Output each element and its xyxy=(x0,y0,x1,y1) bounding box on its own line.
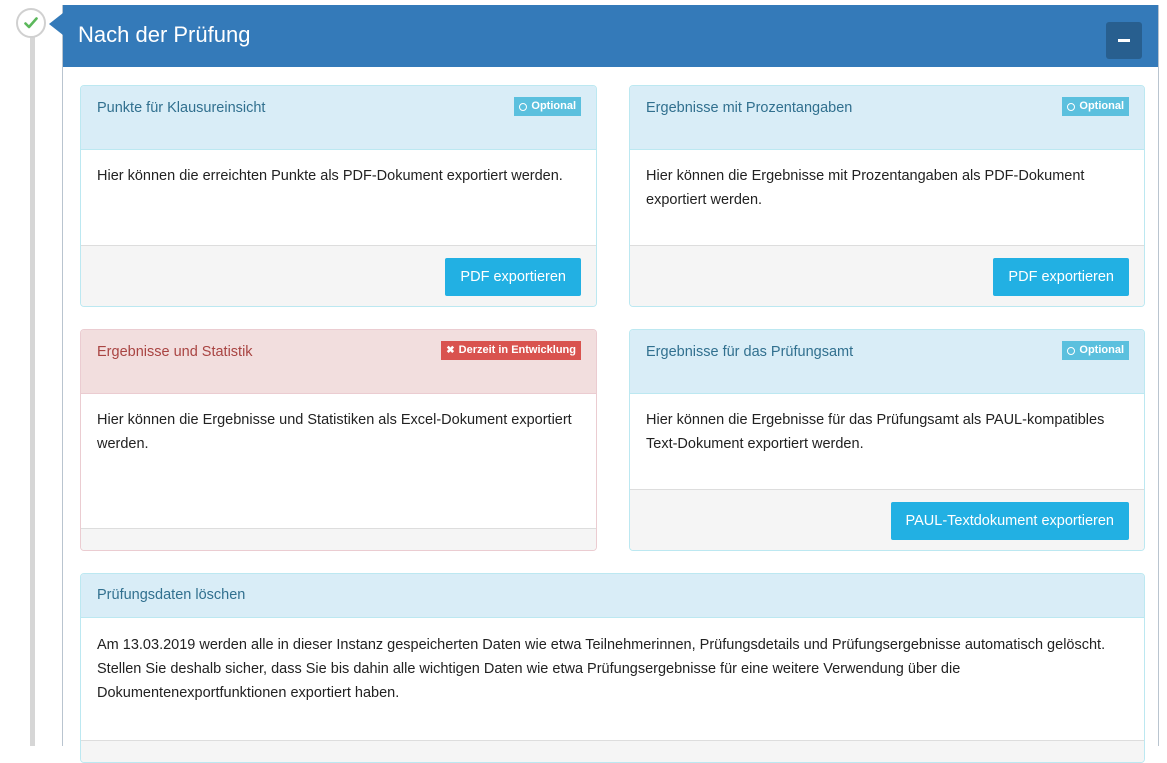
pdf-export-button[interactable]: PDF exportieren xyxy=(993,258,1129,296)
circle-icon xyxy=(519,102,528,111)
check-icon xyxy=(16,8,46,38)
card-header: Prüfungsdaten löschen xyxy=(81,574,1144,618)
collapse-button[interactable] xyxy=(1106,22,1142,59)
optional-badge: Optional xyxy=(514,97,581,116)
card-ergebnisse-prozentangaben: Ergebnisse mit Prozentangaben Optional H… xyxy=(629,85,1145,307)
card-description: Hier können die erreichten Punkte als PD… xyxy=(97,168,563,184)
card-header: Ergebnisse und Statistik ✖ Derzeit in En… xyxy=(81,330,596,394)
x-icon: ✖ xyxy=(446,345,455,356)
badge-label: Optional xyxy=(1079,344,1124,356)
in-development-badge: ✖ Derzeit in Entwicklung xyxy=(441,341,581,360)
pdf-export-button[interactable]: PDF exportieren xyxy=(445,258,581,296)
badge-label: Optional xyxy=(1079,100,1124,112)
after-exam-panel: Nach der Prüfung Punkte für Klausureinsi… xyxy=(49,5,1159,763)
circle-icon xyxy=(1067,346,1076,355)
badge-label: Optional xyxy=(531,100,576,112)
card-title: Ergebnisse und Statistik xyxy=(97,344,253,360)
optional-badge: Optional xyxy=(1062,97,1129,116)
delete-notice-card: Prüfungsdaten löschen Am 13.03.2019 werd… xyxy=(80,573,1145,763)
paul-export-button[interactable]: PAUL-Textdokument exportieren xyxy=(890,502,1129,540)
card-footer: PDF exportieren xyxy=(81,245,596,306)
panel-header: Nach der Prüfung xyxy=(49,5,1158,67)
card-title: Punkte für Klausureinsicht xyxy=(97,100,266,116)
optional-badge: Optional xyxy=(1062,341,1129,360)
timeline-line xyxy=(30,30,35,746)
card-header: Punkte für Klausureinsicht Optional xyxy=(81,86,596,150)
card-title: Prüfungsdaten löschen xyxy=(97,587,246,603)
circle-icon xyxy=(1067,102,1076,111)
card-footer xyxy=(81,528,596,550)
card-description: Hier können die Ergebnisse für das Prüfu… xyxy=(646,412,1105,452)
card-punkte-klausureinsicht: Punkte für Klausureinsicht Optional Hier… xyxy=(80,85,597,307)
card-ergebnisse-pruefungsamt: Ergebnisse für das Prüfungsamt Optional … xyxy=(629,329,1145,551)
card-footer: PDF exportieren xyxy=(630,245,1144,306)
card-footer xyxy=(81,740,1144,762)
delete-notice-text: Am 13.03.2019 werden alle in dieser Inst… xyxy=(97,637,1106,701)
card-footer: PAUL-Textdokument exportieren xyxy=(630,489,1144,550)
panel-title: Nach der Prüfung xyxy=(78,22,251,47)
minus-icon xyxy=(1118,39,1130,42)
card-header: Ergebnisse für das Prüfungsamt Optional xyxy=(630,330,1144,394)
card-title: Ergebnisse mit Prozentangaben xyxy=(646,100,853,116)
card-title: Ergebnisse für das Prüfungsamt xyxy=(646,344,854,360)
card-description: Hier können die Ergebnisse mit Prozentan… xyxy=(646,168,1085,208)
badge-label: Derzeit in Entwicklung xyxy=(458,344,576,356)
card-description: Hier können die Ergebnisse und Statistik… xyxy=(97,412,572,452)
card-ergebnisse-statistik: Ergebnisse und Statistik ✖ Derzeit in En… xyxy=(80,329,597,551)
card-header: Ergebnisse mit Prozentangaben Optional xyxy=(630,86,1144,150)
